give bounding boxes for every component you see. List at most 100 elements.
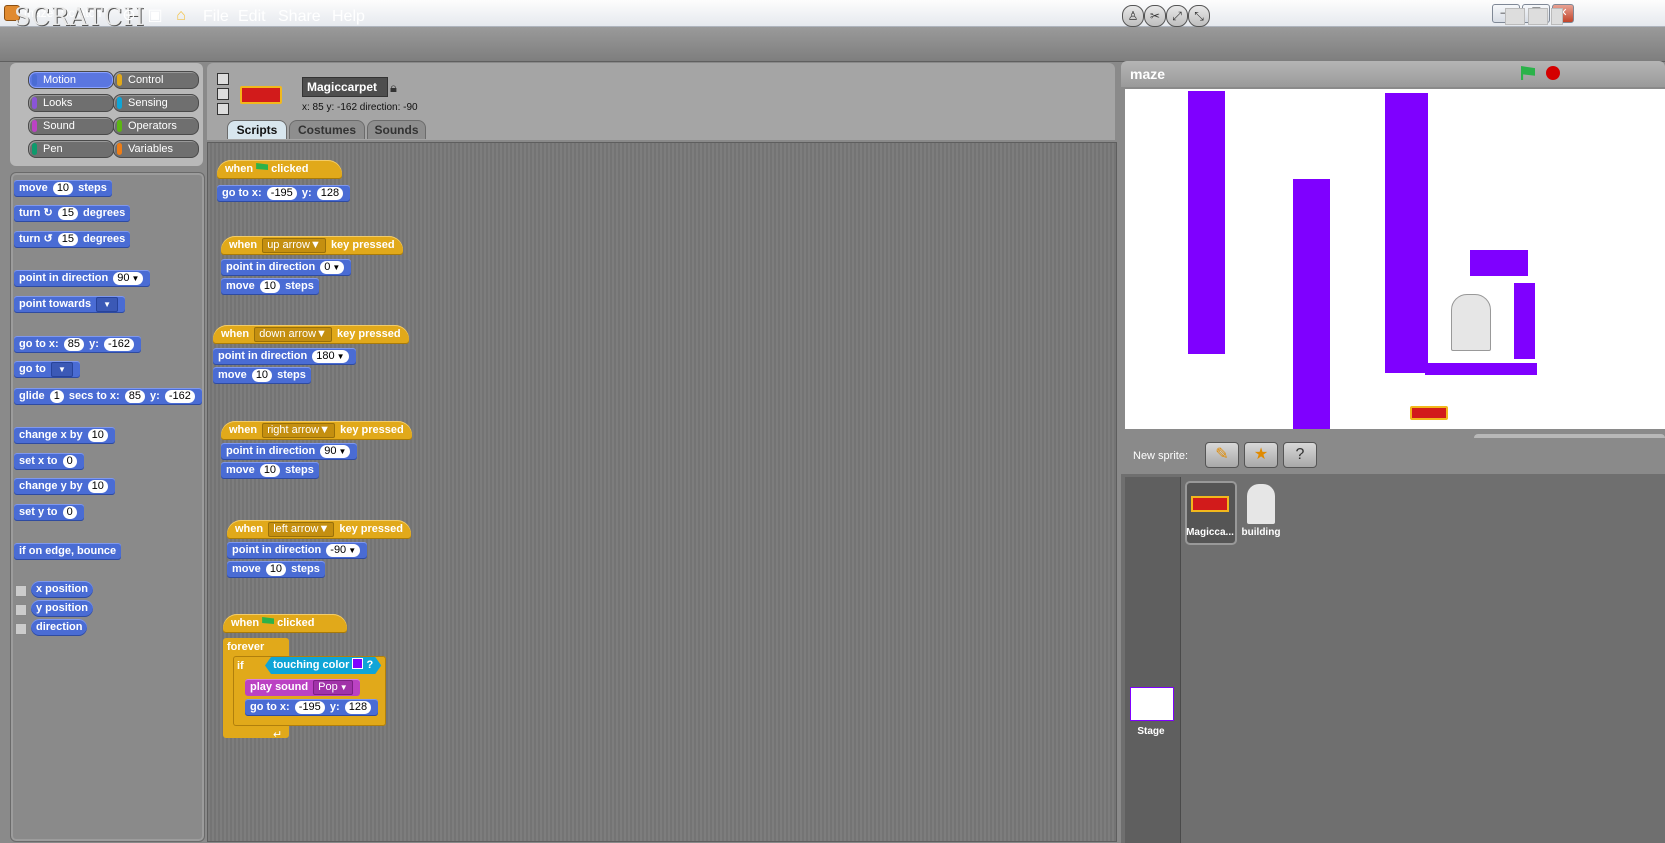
palette-move-block[interactable]: move 10 steps xyxy=(14,180,112,197)
stage[interactable] xyxy=(1125,89,1665,429)
palette-turn-left-block[interactable]: turn ↺ 15 degrees xyxy=(14,231,131,248)
move-steps-block[interactable]: move 10 steps xyxy=(221,278,319,295)
point-direction-block[interactable]: point in direction 180 ▼ xyxy=(213,348,356,365)
when-key-pressed-hat[interactable]: when down arrow▼ key pressed xyxy=(213,325,409,344)
category-selector: Motion Control Looks Sensing Sound Opera… xyxy=(10,63,203,166)
maze-wall xyxy=(1188,91,1225,354)
maze-wall xyxy=(1470,250,1528,276)
menu-share[interactable]: Share xyxy=(278,8,321,26)
palette-bounce-block[interactable]: if on edge, bounce xyxy=(14,543,122,560)
magiccarpet-sprite[interactable] xyxy=(1410,406,1448,420)
when-key-pressed-hat[interactable]: when right arrow▼ key pressed xyxy=(221,421,412,440)
category-control[interactable]: Control xyxy=(113,71,199,89)
tab-scripts[interactable]: Scripts xyxy=(227,120,287,139)
menu-help[interactable]: Help xyxy=(332,8,365,26)
color-swatch xyxy=(352,658,363,669)
category-motion[interactable]: Motion xyxy=(28,71,114,89)
sprite-name-field[interactable]: Magiccarpet xyxy=(302,77,388,97)
forever-label: forever xyxy=(227,641,265,653)
rotate-style-flip-icon[interactable] xyxy=(217,88,229,100)
when-flag-clicked-hat[interactable]: when clicked xyxy=(223,614,347,633)
sprite-label-building: building xyxy=(1241,527,1281,538)
rotate-style-none-icon[interactable] xyxy=(217,103,229,115)
menu-bar xyxy=(0,27,1665,62)
category-sensing[interactable]: Sensing xyxy=(113,94,199,112)
green-flag-icon xyxy=(256,163,269,170)
stop-button[interactable] xyxy=(1546,66,1560,80)
palette-change-x-block[interactable]: change x by 10 xyxy=(14,427,115,444)
move-steps-block[interactable]: move 10 steps xyxy=(213,367,311,384)
palette-goto-block[interactable]: go to ▼ xyxy=(14,361,80,378)
loop-arrow-icon: ↵ xyxy=(273,729,283,741)
when-flag-clicked-hat[interactable]: when clicked xyxy=(217,160,342,179)
tab-costumes[interactable]: Costumes xyxy=(289,120,365,139)
stage-column xyxy=(1125,477,1181,843)
building-thumbnail[interactable] xyxy=(1247,484,1275,524)
menu-edit[interactable]: Edit xyxy=(238,8,266,26)
category-variables[interactable]: Variables xyxy=(113,140,199,158)
share-icon[interactable]: ⌂ xyxy=(172,7,190,25)
category-label: Control xyxy=(128,74,164,86)
menu-file[interactable]: File xyxy=(203,8,229,26)
rotate-style-full-icon[interactable] xyxy=(217,73,229,85)
point-direction-block[interactable]: point in direction 90 ▼ xyxy=(221,443,358,460)
direction-checkbox[interactable] xyxy=(15,623,27,635)
tab-sounds[interactable]: Sounds xyxy=(367,120,426,139)
category-pen[interactable]: Pen xyxy=(28,140,114,158)
point-direction-block[interactable]: point in direction 0 ▼ xyxy=(221,259,352,276)
y-position-checkbox[interactable] xyxy=(15,604,27,616)
palette-point-towards-block[interactable]: point towards ▼ xyxy=(14,296,126,313)
save-icon[interactable]: ▣ xyxy=(146,7,164,25)
sprite-label-magiccarpet: Magicca... xyxy=(1186,527,1234,538)
stage-thumbnail[interactable] xyxy=(1130,687,1174,721)
duplicate-tool-icon[interactable]: ♙ xyxy=(1122,5,1144,27)
category-label: Variables xyxy=(128,143,174,155)
palette-glide-block[interactable]: glide 1 secs to x: 85 y: -162 xyxy=(14,388,202,405)
play-sound-block[interactable]: play sound Pop ▼ xyxy=(245,679,360,696)
palette-y-position-reporter[interactable]: y position xyxy=(31,600,93,617)
palette-direction-reporter[interactable]: direction xyxy=(31,619,88,636)
random-sprite-button[interactable]: ? xyxy=(1283,442,1317,468)
maze-wall xyxy=(1425,363,1537,375)
point-direction-block[interactable]: point in direction -90 ▼ xyxy=(227,542,368,559)
touching-color-block[interactable]: touching color ? xyxy=(265,657,381,674)
maze-wall xyxy=(1385,93,1428,373)
move-steps-block[interactable]: move 10 steps xyxy=(221,462,319,479)
when-key-pressed-hat[interactable]: when left arrow▼ key pressed xyxy=(227,520,411,539)
normal-stage-icon[interactable] xyxy=(1528,8,1548,25)
palette-point-direction-block[interactable]: point in direction 90 ▼ xyxy=(14,270,151,287)
palette-x-position-reporter[interactable]: x position xyxy=(31,581,93,598)
maze-wall xyxy=(1514,283,1535,359)
move-steps-block[interactable]: move 10 steps xyxy=(227,561,325,578)
magiccarpet-thumbnail xyxy=(1191,496,1229,512)
category-looks[interactable]: Looks xyxy=(28,94,114,112)
category-operators[interactable]: Operators xyxy=(113,117,199,135)
x-position-checkbox[interactable] xyxy=(15,585,27,597)
shrink-tool-icon[interactable]: ⤡ xyxy=(1188,5,1210,27)
choose-sprite-button[interactable]: ★ xyxy=(1244,442,1278,468)
new-sprite-label: New sprite: xyxy=(1133,450,1189,462)
small-stage-icon[interactable] xyxy=(1505,8,1525,25)
palette-change-y-block[interactable]: change y by 10 xyxy=(14,478,115,495)
palette-set-y-block[interactable]: set y to 0 xyxy=(14,504,84,521)
presentation-mode-icon[interactable] xyxy=(1551,8,1563,25)
goto-xy-block[interactable]: go to x: -195 y: 128 xyxy=(245,699,379,716)
maze-wall xyxy=(1293,179,1330,429)
category-label: Pen xyxy=(43,143,63,155)
when-key-pressed-hat[interactable]: when up arrow▼ key pressed xyxy=(221,236,403,255)
globe-icon[interactable]: ⊕ xyxy=(120,7,138,25)
turn-right-icon: ↻ xyxy=(43,207,53,219)
project-title: maze xyxy=(1130,66,1166,82)
grow-tool-icon[interactable]: ⤢ xyxy=(1166,5,1188,27)
palette-turn-right-block[interactable]: turn ↻ 15 degrees xyxy=(14,205,131,222)
category-sound[interactable]: Sound xyxy=(28,117,114,135)
category-label: Operators xyxy=(128,120,177,132)
goto-xy-block[interactable]: go to x: -195 y: 128 xyxy=(217,185,351,202)
palette-goto-xy-block[interactable]: go to x: 85 y: -162 xyxy=(14,336,141,353)
stage-label: Stage xyxy=(1137,726,1165,737)
palette-set-x-block[interactable]: set x to 0 xyxy=(14,453,84,470)
building-sprite[interactable] xyxy=(1451,294,1491,351)
delete-tool-icon[interactable]: ✂ xyxy=(1144,5,1166,27)
lock-icon[interactable]: 🔒︎ xyxy=(390,80,397,96)
paint-sprite-button[interactable]: ✎ xyxy=(1205,442,1239,468)
